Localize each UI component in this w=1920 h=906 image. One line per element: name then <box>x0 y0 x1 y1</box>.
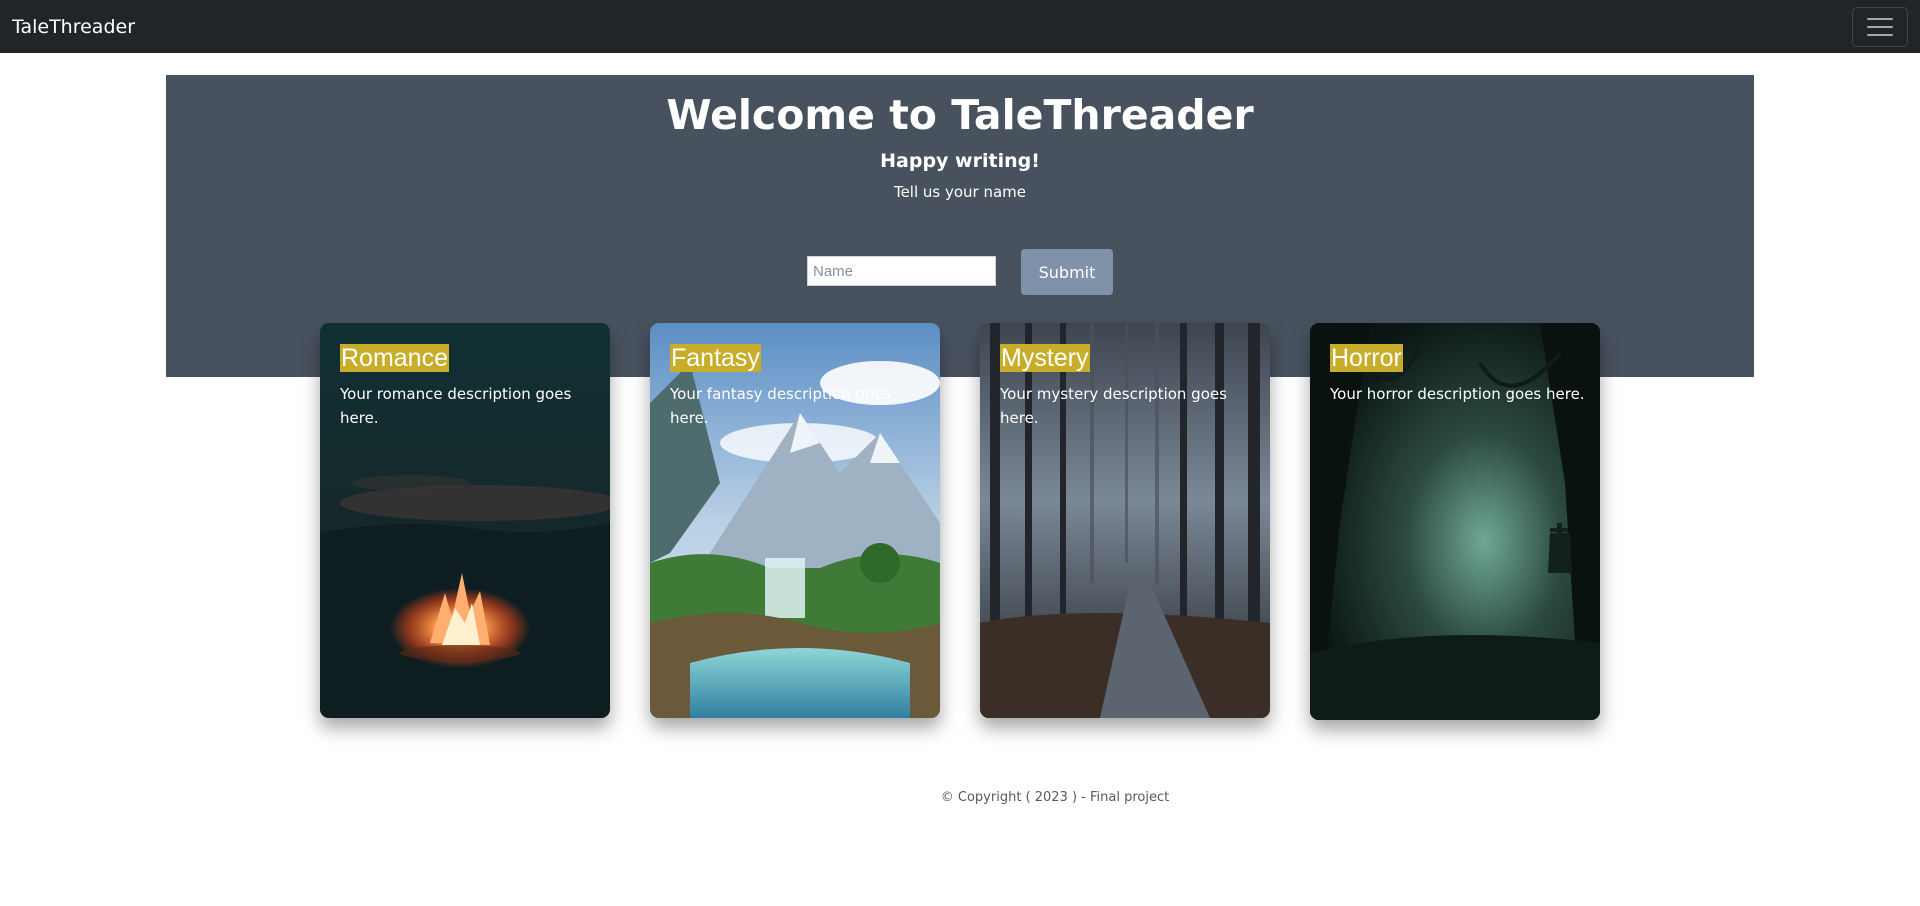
genre-card-mystery[interactable]: Mystery Your mystery description goes he… <box>980 323 1270 718</box>
name-prompt: Tell us your name <box>893 183 1027 201</box>
card-description: Your fantasy description goes here. <box>670 385 892 427</box>
navbar: TaleThreader <box>0 0 1920 53</box>
card-title: Mystery <box>1000 344 1090 372</box>
card-description: Your horror description goes here. <box>1330 385 1585 403</box>
page-title: Welcome to TaleThreader <box>666 91 1254 139</box>
card-description: Your romance description goes here. <box>340 385 572 427</box>
hamburger-menu-icon <box>1867 17 1893 20</box>
footer-copyright: © Copyright ( 2023 ) - Final project <box>940 790 1170 805</box>
name-input[interactable] <box>807 256 996 286</box>
brand-link[interactable]: TaleThreader <box>12 16 135 38</box>
navbar-toggle-button[interactable] <box>1852 6 1908 47</box>
card-title: Fantasy <box>670 344 761 372</box>
card-description: Your mystery description goes here. <box>1000 385 1227 427</box>
genre-card-romance[interactable]: Romance Your romance description goes he… <box>320 323 610 718</box>
card-title: Horror <box>1330 344 1403 372</box>
genre-card-horror[interactable]: Horror Your horror description goes here… <box>1310 323 1600 720</box>
genre-card-fantasy[interactable]: Fantasy Your fantasy description goes he… <box>650 323 940 718</box>
card-title: Romance <box>340 344 449 372</box>
submit-button[interactable]: Submit <box>1021 249 1113 295</box>
hero-subtitle: Happy writing! <box>880 150 1040 172</box>
